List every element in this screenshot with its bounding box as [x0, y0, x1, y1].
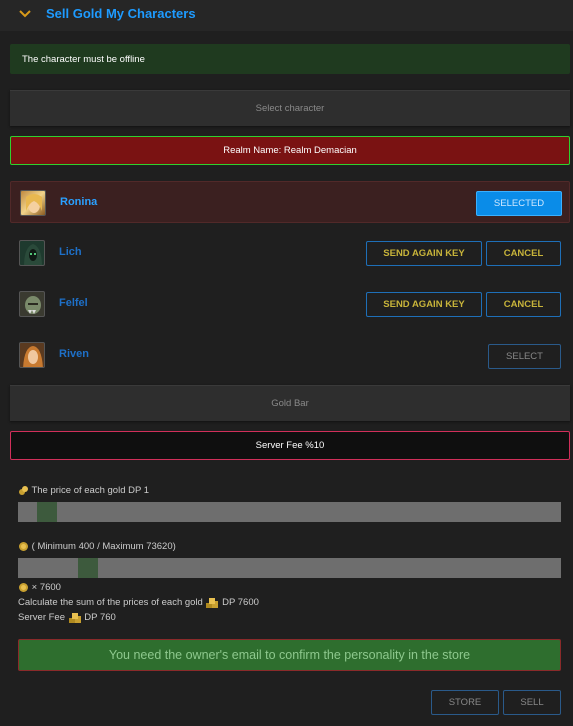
character-avatar	[19, 240, 45, 266]
price-slider[interactable]	[18, 502, 561, 522]
select-button[interactable]: SELECT	[488, 344, 561, 369]
cancel-button[interactable]: CANCEL	[486, 241, 561, 266]
select-character-bar: Select character	[10, 90, 570, 126]
fee-label: Server Fee	[18, 612, 65, 624]
character-avatar	[20, 190, 46, 216]
amount-label-row: ( Minimum 400 / Maximum 73620)	[18, 541, 176, 552]
multiplier-row: × 7600	[18, 582, 61, 593]
send-again-key-button[interactable]: SEND AGAIN KEY	[366, 292, 482, 317]
sell-button[interactable]: SELL	[503, 690, 561, 715]
fee-value: DP 760	[84, 612, 116, 624]
character-avatar	[19, 342, 45, 368]
sum-value: DP 7600	[222, 597, 259, 609]
page-title: Sell Gold My Characters	[46, 6, 196, 21]
character-name: Felfel	[59, 297, 88, 309]
character-row-lich[interactable]: Lich SEND AGAIN KEY CANCEL	[10, 232, 570, 274]
gold-coins-icon	[19, 486, 28, 495]
store-button[interactable]: STORE	[431, 690, 499, 715]
character-row-felfel[interactable]: Felfel SEND AGAIN KEY CANCEL	[10, 283, 570, 325]
amount-slider[interactable]	[18, 558, 561, 578]
selected-button[interactable]: SELECTED	[476, 191, 562, 216]
amount-range-label: ( Minimum 400 / Maximum 73620)	[31, 541, 176, 553]
character-row-ronina[interactable]: Ronina SELECTED	[10, 181, 570, 223]
fee-row: Server Fee DP 760	[18, 611, 116, 624]
character-name: Ronina	[60, 196, 98, 208]
gold-stack-icon	[206, 598, 219, 608]
offline-notice: The character must be offline	[10, 44, 570, 74]
character-avatar	[19, 291, 45, 317]
price-slider-handle[interactable]	[37, 502, 57, 522]
price-label-row: The price of each gold DP 1	[18, 485, 149, 496]
gold-coin-icon	[19, 542, 28, 551]
server-fee-banner: Server Fee %10	[10, 431, 570, 460]
realm-name-banner: Realm Name: Realm Demacian	[10, 136, 570, 165]
confirm-email-message: You need the owner's email to confirm th…	[18, 639, 561, 671]
character-row-riven[interactable]: Riven SELECT	[10, 334, 570, 376]
sum-row: Calculate the sum of the prices of each …	[18, 596, 259, 609]
character-name: Riven	[59, 348, 89, 360]
character-name: Lich	[59, 246, 82, 258]
gold-stack-icon	[68, 613, 81, 623]
gold-bar-section: Gold Bar	[10, 385, 570, 421]
cancel-button[interactable]: CANCEL	[486, 292, 561, 317]
send-again-key-button[interactable]: SEND AGAIN KEY	[366, 241, 482, 266]
price-label: The price of each gold DP 1	[31, 485, 150, 497]
multiplier-value: × 7600	[31, 582, 61, 594]
sum-label: Calculate the sum of the prices of each …	[18, 597, 203, 609]
chevron-down-icon[interactable]	[18, 9, 32, 19]
amount-slider-handle[interactable]	[77, 558, 98, 578]
gold-coin-icon	[19, 583, 28, 592]
